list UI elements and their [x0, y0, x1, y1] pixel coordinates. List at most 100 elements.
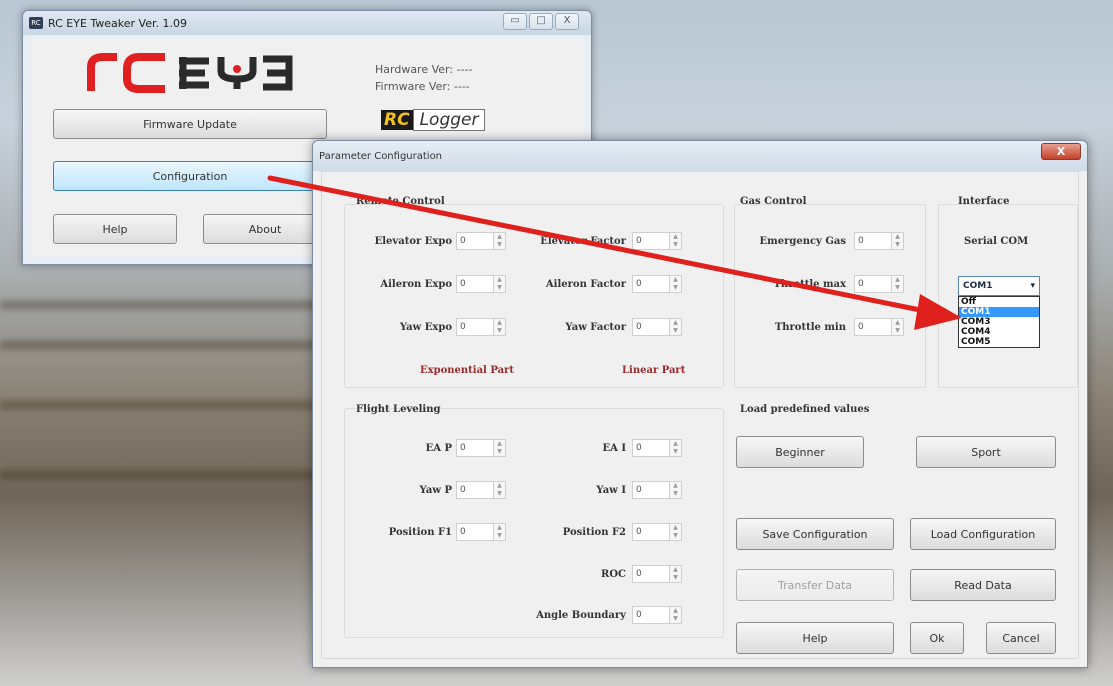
- spin-value[interactable]: 0: [456, 275, 494, 293]
- spin-arrows-icon[interactable]: ▲ ▼: [494, 481, 506, 499]
- predefined-label: Load predefined values: [740, 404, 870, 415]
- configuration-button[interactable]: Configuration: [53, 161, 327, 191]
- about-button[interactable]: About: [203, 214, 327, 244]
- spin-value[interactable]: 0: [632, 606, 670, 624]
- spin-arrows-icon[interactable]: ▲ ▼: [670, 523, 682, 541]
- spin-arrows-icon[interactable]: ▲ ▼: [670, 606, 682, 624]
- elevator-factor-label: Elevator Factor: [540, 236, 626, 247]
- yaw-p-label: Yaw P: [419, 485, 452, 496]
- ea-p-spinner[interactable]: 0 ▲ ▼: [456, 439, 508, 457]
- yaw-i-spinner[interactable]: 0 ▲ ▼: [632, 481, 684, 499]
- spin-arrows-icon[interactable]: ▲ ▼: [670, 318, 682, 336]
- transfer-data-button[interactable]: Transfer Data: [736, 569, 894, 601]
- firmware-update-button[interactable]: Firmware Update: [53, 109, 327, 139]
- rclogger-logger: Logger: [412, 109, 486, 131]
- spin-value[interactable]: 0: [456, 232, 494, 250]
- spin-value[interactable]: 0: [632, 275, 670, 293]
- spin-value[interactable]: 0: [456, 481, 494, 499]
- flight-leveling-label: Flight Leveling: [356, 404, 441, 415]
- spin-arrows-icon[interactable]: ▲ ▼: [670, 439, 682, 457]
- spin-arrows-icon[interactable]: ▲ ▼: [892, 275, 904, 293]
- spin-value[interactable]: 0: [456, 318, 494, 336]
- spin-arrows-icon[interactable]: ▲ ▼: [494, 523, 506, 541]
- hardware-version: Hardware Ver: ----: [375, 63, 473, 76]
- spin-arrows-icon[interactable]: ▲ ▼: [494, 232, 506, 250]
- spin-arrows-icon[interactable]: ▲ ▼: [494, 439, 506, 457]
- save-configuration-button[interactable]: Save Configuration: [736, 518, 894, 550]
- ea-p-label: EA P: [425, 443, 452, 454]
- com-port-select[interactable]: COM1 ▾: [958, 276, 1040, 296]
- spin-arrows-icon[interactable]: ▲ ▼: [892, 232, 904, 250]
- spin-arrows-icon[interactable]: ▲ ▼: [670, 275, 682, 293]
- throttle-max-label: Throttle max: [773, 279, 846, 290]
- spin-value[interactable]: 0: [632, 565, 670, 583]
- spin-value[interactable]: 0: [632, 232, 670, 250]
- interface-label: Interface: [958, 196, 1010, 207]
- com-option-off[interactable]: Off: [959, 297, 1039, 307]
- spin-value[interactable]: 0: [632, 318, 670, 336]
- param-titlebar[interactable]: Parameter Configuration: [313, 141, 1087, 171]
- emergency-gas-spinner[interactable]: 0 ▲ ▼: [854, 232, 906, 250]
- minimize-button[interactable]: ▭: [503, 13, 527, 30]
- throttle-max-spinner[interactable]: 0 ▲ ▼: [854, 275, 906, 293]
- yaw-i-label: Yaw I: [596, 485, 626, 496]
- cancel-button[interactable]: Cancel: [986, 622, 1056, 654]
- com-option-com1[interactable]: COM1: [959, 307, 1039, 317]
- spin-arrows-icon[interactable]: ▲ ▼: [670, 232, 682, 250]
- com-option-com3[interactable]: COM3: [959, 317, 1039, 327]
- maximize-button[interactable]: □: [529, 13, 553, 30]
- position-f1-spinner[interactable]: 0 ▲ ▼: [456, 523, 508, 541]
- chevron-down-icon[interactable]: ▾: [1030, 281, 1035, 291]
- roc-spinner[interactable]: 0 ▲ ▼: [632, 565, 684, 583]
- yaw-p-spinner[interactable]: 0 ▲ ▼: [456, 481, 508, 499]
- spin-value[interactable]: 0: [632, 439, 670, 457]
- exponential-part-label: Exponential Part: [420, 365, 514, 376]
- aileron-expo-label: Aileron Expo: [380, 279, 452, 290]
- spin-value[interactable]: 0: [456, 523, 494, 541]
- load-configuration-button[interactable]: Load Configuration: [910, 518, 1056, 550]
- parameter-config-dialog: Parameter Configuration X Remote Control…: [312, 140, 1088, 668]
- spin-arrows-icon[interactable]: ▲ ▼: [670, 565, 682, 583]
- com-option-com5[interactable]: COM5: [959, 337, 1039, 347]
- spin-arrows-icon[interactable]: ▲ ▼: [892, 318, 904, 336]
- spin-value[interactable]: 0: [854, 318, 892, 336]
- elevator-expo-label: Elevator Expo: [374, 236, 452, 247]
- angle-boundary-label: Angle Boundary: [536, 610, 626, 621]
- aileron-factor-spinner[interactable]: 0 ▲ ▼: [632, 275, 684, 293]
- spin-value[interactable]: 0: [854, 232, 892, 250]
- yaw-factor-label: Yaw Factor: [565, 322, 626, 333]
- spin-arrows-icon[interactable]: ▲ ▼: [670, 481, 682, 499]
- yaw-expo-label: Yaw Expo: [399, 322, 452, 333]
- dialog-help-button[interactable]: Help: [736, 622, 894, 654]
- com-option-com4[interactable]: COM4: [959, 327, 1039, 337]
- param-close-button[interactable]: X: [1041, 143, 1081, 160]
- yaw-expo-spinner[interactable]: 0 ▲ ▼: [456, 318, 508, 336]
- rclogger-logo: RC Logger: [381, 109, 486, 131]
- roc-label: ROC: [601, 569, 626, 580]
- elevator-expo-spinner[interactable]: 0 ▲ ▼: [456, 232, 508, 250]
- gas-control-label: Gas Control: [740, 196, 807, 207]
- sport-button[interactable]: Sport: [916, 436, 1056, 468]
- read-data-button[interactable]: Read Data: [910, 569, 1056, 601]
- spin-value[interactable]: 0: [632, 523, 670, 541]
- throttle-min-label: Throttle min: [774, 322, 846, 333]
- spin-value[interactable]: 0: [456, 439, 494, 457]
- spin-value[interactable]: 0: [632, 481, 670, 499]
- spin-value[interactable]: 0: [854, 275, 892, 293]
- elevator-factor-spinner[interactable]: 0 ▲ ▼: [632, 232, 684, 250]
- yaw-factor-spinner[interactable]: 0 ▲ ▼: [632, 318, 684, 336]
- spin-arrows-icon[interactable]: ▲ ▼: [494, 318, 506, 336]
- position-f2-spinner[interactable]: 0 ▲ ▼: [632, 523, 684, 541]
- ea-i-spinner[interactable]: 0 ▲ ▼: [632, 439, 684, 457]
- ok-button[interactable]: Ok: [910, 622, 964, 654]
- close-button[interactable]: X: [555, 13, 579, 30]
- throttle-min-spinner[interactable]: 0 ▲ ▼: [854, 318, 906, 336]
- help-button[interactable]: Help: [53, 214, 177, 244]
- firmware-version: Firmware Ver: ----: [375, 80, 470, 93]
- aileron-expo-spinner[interactable]: 0 ▲ ▼: [456, 275, 508, 293]
- angle-boundary-spinner[interactable]: 0 ▲ ▼: [632, 606, 684, 624]
- beginner-button[interactable]: Beginner: [736, 436, 864, 468]
- position-f1-label: Position F1: [388, 527, 452, 538]
- spin-arrows-icon[interactable]: ▲ ▼: [494, 275, 506, 293]
- linear-part-label: Linear Part: [622, 365, 686, 376]
